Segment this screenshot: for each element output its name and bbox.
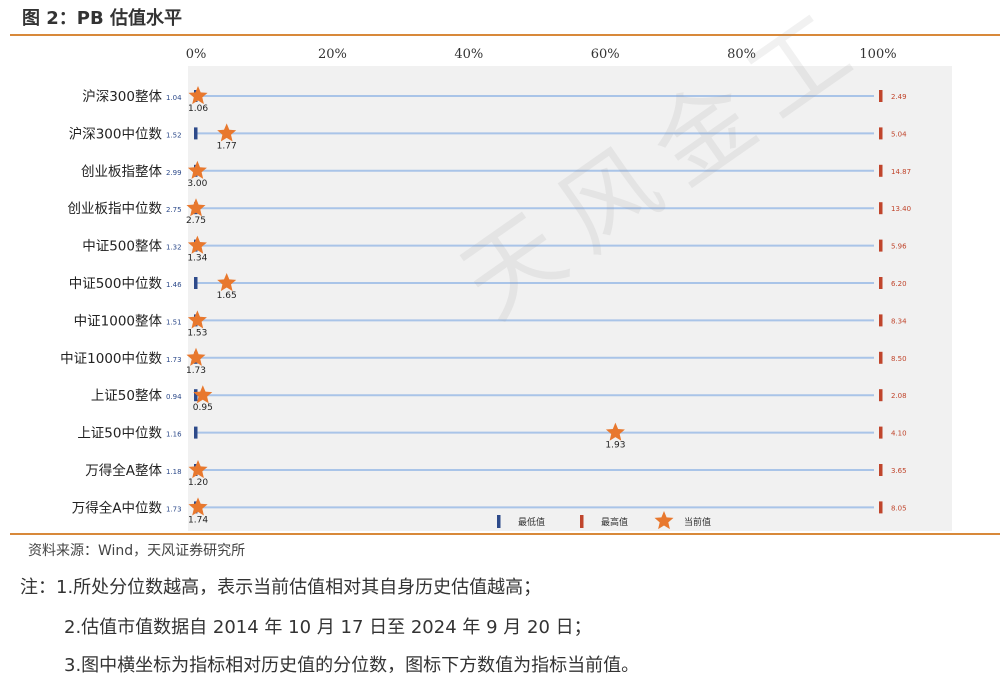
max-value-label: 8.05: [891, 504, 907, 512]
max-marker: [879, 90, 883, 102]
current-value-label: 1.77: [217, 141, 237, 151]
current-value-label: 1.93: [605, 441, 625, 451]
note-3: 3.图中横坐标为指标相对历史值的分位数，图标下方数值为指标当前值。: [64, 655, 640, 676]
min-value-label: 1.04: [166, 94, 182, 102]
row-label: 中证1000中位数: [60, 351, 162, 367]
note-2: 2.估值市值数据自 2014 年 10 月 17 日至 2024 年 9 月 2…: [64, 617, 592, 638]
current-value-label: 0.95: [193, 403, 213, 413]
row-label: 万得全A中位数: [72, 499, 163, 516]
row-label: 中证500中位数: [69, 276, 163, 292]
max-marker: [879, 351, 883, 364]
max-marker: [879, 239, 883, 252]
legend-label-current: 当前值: [684, 516, 711, 528]
current-value-label: 1.74: [188, 515, 208, 525]
min-value-label: 0.94: [166, 393, 182, 401]
row-label: 中证1000整体: [74, 313, 163, 329]
max-marker: [879, 464, 883, 476]
max-marker: [879, 277, 883, 289]
max-value-label: 2.49: [891, 93, 907, 101]
max-value-label: 5.04: [891, 130, 907, 138]
row-label: 上证50中位数: [77, 426, 162, 442]
current-value-label: 2.75: [186, 216, 206, 226]
legend-label-min: 最低值: [518, 516, 545, 528]
max-marker: [879, 501, 883, 514]
x-tick-label: 40%: [454, 47, 483, 62]
max-value-label: 13.40: [891, 205, 911, 213]
note-1: 注：1.所处分位数越高，表示当前估值相对其自身历史估值越高；: [20, 577, 542, 598]
min-value-label: 1.52: [166, 131, 182, 139]
row-label: 沪深300中位数: [69, 126, 163, 142]
current-value-label: 1.53: [187, 328, 207, 338]
row-label: 创业板指中位数: [68, 201, 163, 217]
min-marker: [194, 426, 198, 439]
current-value-label: 3.00: [187, 179, 207, 189]
row-label: 上证50整体: [91, 388, 163, 404]
min-value-label: 1.16: [166, 431, 182, 439]
current-value-label: 1.06: [188, 104, 208, 114]
max-marker: [879, 389, 883, 402]
current-value-label: 1.65: [217, 291, 237, 301]
min-value-label: 2.75: [166, 206, 182, 214]
current-value-label: 1.20: [188, 478, 208, 488]
min-marker: [194, 127, 198, 140]
max-marker: [879, 127, 883, 140]
min-value-label: 1.51: [166, 318, 182, 326]
max-value-label: 2.08: [891, 392, 907, 400]
x-tick-label: 0%: [186, 47, 207, 62]
min-value-label: 1.73: [166, 356, 182, 364]
max-marker: [879, 426, 883, 439]
max-value-label: 8.50: [891, 355, 907, 363]
min-value-label: 1.73: [166, 505, 182, 513]
row-label: 万得全A整体: [85, 462, 162, 479]
min-value-label: 2.99: [166, 169, 182, 177]
min-marker: [194, 277, 198, 289]
max-value-label: 3.65: [891, 467, 907, 475]
row-label: 中证500整体: [82, 239, 162, 255]
max-bar-icon: [580, 515, 584, 528]
current-value-label: 1.73: [186, 366, 206, 376]
max-marker: [879, 314, 883, 327]
source-rule: [10, 533, 1000, 535]
max-value-label: 4.10: [891, 430, 907, 438]
figure-title: 图 2：PB 估值水平: [22, 8, 182, 29]
max-value-label: 8.34: [891, 317, 907, 325]
legend-label-max: 最高值: [601, 516, 628, 528]
max-value-label: 5.96: [891, 243, 907, 251]
current-value-label: 1.34: [187, 254, 207, 264]
max-marker: [879, 202, 883, 215]
min-value-label: 1.46: [166, 281, 182, 289]
row-label: 创业板指整体: [81, 164, 162, 180]
min-bar-icon: [497, 515, 501, 528]
min-value-label: 1.32: [166, 244, 182, 252]
max-marker: [879, 164, 883, 177]
source-text: 资料来源：Wind，天风证券研究所: [28, 543, 246, 559]
x-tick-label: 20%: [318, 47, 347, 62]
row-label: 沪深300整体: [82, 89, 162, 105]
max-value-label: 6.20: [891, 280, 907, 288]
max-value-label: 14.87: [891, 168, 911, 176]
min-value-label: 1.18: [166, 468, 182, 476]
x-tick-label: 60%: [591, 47, 620, 62]
